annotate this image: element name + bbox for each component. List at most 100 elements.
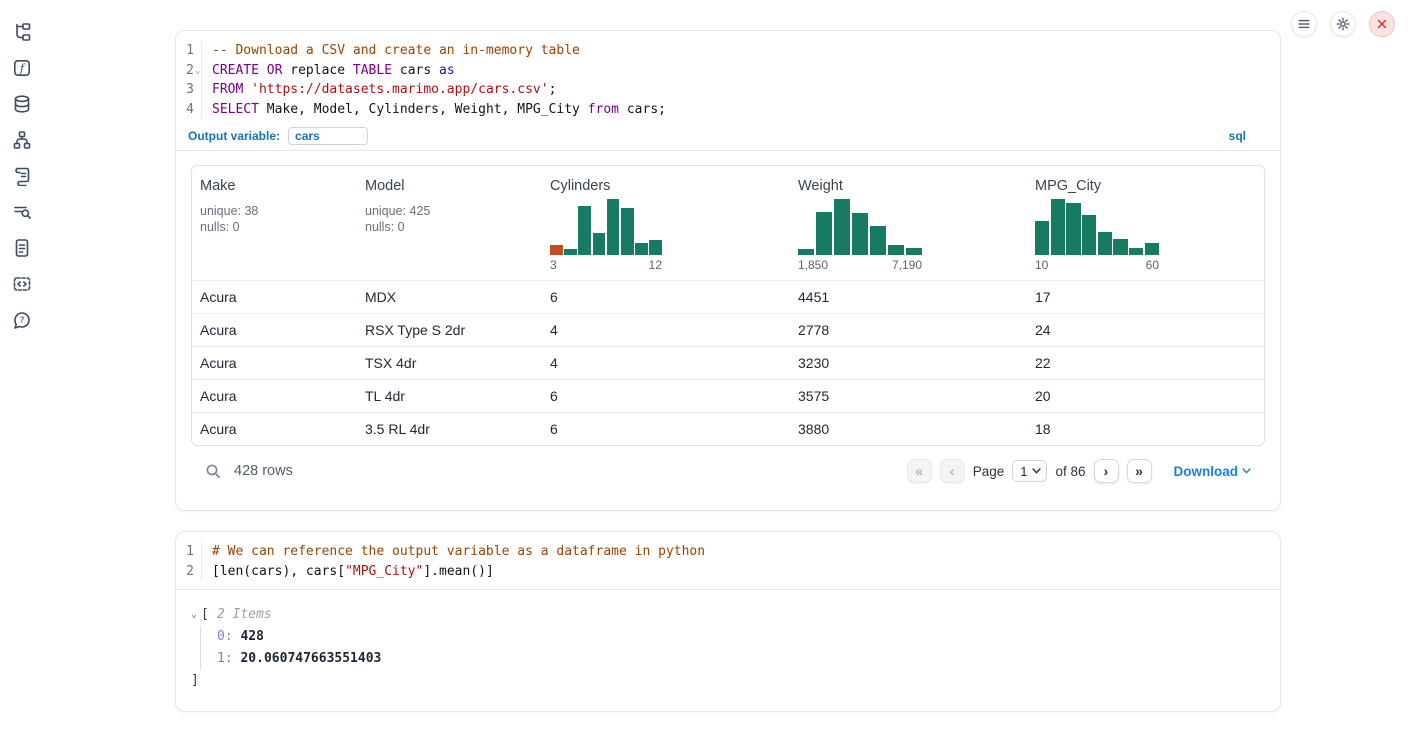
logs-icon[interactable]	[12, 202, 32, 222]
list-entries: 0: 428 1: 20.060747663551403	[200, 626, 1265, 670]
column-header-weight[interactable]: Weight 1,850 7,190	[790, 176, 1027, 272]
line-number: 3	[176, 80, 194, 100]
snippets-icon[interactable]	[12, 274, 32, 294]
code-line: # We can reference the output variable a…	[212, 542, 705, 562]
histogram-bar	[1035, 221, 1049, 256]
axis-max: 7,190	[892, 258, 922, 272]
settings-button[interactable]	[1330, 11, 1356, 37]
page-label: Page	[973, 464, 1005, 479]
histogram-bar	[1082, 215, 1096, 255]
code-line: SELECT Make, Model, Cylinders, Weight, M…	[212, 100, 666, 120]
line-number: 1	[176, 542, 194, 562]
documentation-icon[interactable]	[12, 238, 32, 258]
table-row[interactable]: Acura MDX 6 4451 17	[192, 280, 1264, 313]
close-icon	[1375, 17, 1389, 31]
mpg-city-histogram[interactable]	[1035, 199, 1159, 255]
axis-max: 60	[1146, 258, 1159, 272]
page-select[interactable]: 1	[1012, 460, 1047, 482]
download-button[interactable]: Download	[1174, 464, 1252, 479]
language-badge: sql	[1229, 129, 1246, 143]
shutdown-button[interactable]	[1369, 11, 1395, 37]
histogram-bar	[834, 199, 850, 255]
help-icon[interactable]: ?	[12, 310, 32, 330]
histogram-bar	[1113, 239, 1127, 256]
close-bracket: ]	[191, 670, 1265, 692]
item-index: 0	[217, 629, 225, 644]
page-total: of 86	[1055, 464, 1085, 479]
output-variable-input[interactable]	[288, 127, 368, 145]
fold-chevron-icon[interactable]: ⌄	[195, 62, 200, 82]
histogram-bar	[1066, 203, 1080, 256]
item-index: 1	[217, 651, 225, 666]
datasources-icon[interactable]	[12, 94, 32, 114]
data-table: Make unique: 38 nulls: 0 Model unique: 4…	[191, 165, 1265, 446]
next-page-button[interactable]: ›	[1094, 459, 1119, 483]
histogram-bar	[1129, 248, 1143, 256]
histogram-bar	[1051, 199, 1065, 255]
histogram-bar	[1145, 243, 1159, 255]
axis-min: 10	[1035, 258, 1048, 272]
previous-page-button[interactable]: ‹	[940, 459, 965, 483]
nulls-stat: nulls: 0	[365, 219, 534, 235]
python-cell: 12 # We can reference the output variabl…	[175, 531, 1281, 712]
axis-min: 3	[550, 258, 557, 272]
collapse-chevron-icon[interactable]: ⌄	[191, 610, 197, 620]
histogram-bar	[593, 233, 606, 255]
open-bracket: [	[201, 604, 209, 626]
table-row[interactable]: Acura TL 4dr 6 3575 20	[192, 379, 1264, 412]
line-number-gutter: 12	[176, 542, 202, 581]
axis-min: 1,850	[798, 258, 828, 272]
histogram-bar	[870, 226, 886, 255]
histogram-bar	[578, 206, 591, 255]
code-line: CREATE OR replace TABLE cars as	[212, 61, 666, 81]
histogram-bar	[550, 245, 563, 255]
search-icon[interactable]	[205, 463, 222, 480]
code-line: FROM 'https://datasets.marimo.app/cars.c…	[212, 80, 666, 100]
table-row[interactable]: Acura RSX Type S 2dr 4 2778 24	[192, 313, 1264, 346]
histogram-bar	[798, 249, 814, 256]
list-item: 1: 20.060747663551403	[217, 648, 1265, 670]
output-variable-label: Output variable:	[188, 129, 280, 143]
pagination: « ‹ Page 1 of 86 › » Download	[907, 459, 1263, 483]
histogram-bar	[816, 212, 832, 256]
unique-stat: unique: 425	[365, 203, 534, 219]
sql-code-editor[interactable]: 12⌄34 -- Download a CSV and create an in…	[176, 31, 1280, 119]
svg-text:?: ?	[20, 316, 25, 326]
python-code-editor[interactable]: 12 # We can reference the output variabl…	[176, 532, 1280, 590]
nulls-stat: nulls: 0	[200, 219, 349, 235]
column-header-make[interactable]: Make unique: 38 nulls: 0	[192, 176, 357, 272]
histogram-bar	[564, 249, 577, 255]
sql-code: -- Download a CSV and create an in-memor…	[202, 41, 666, 119]
table-footer: 428 rows « ‹ Page 1 of 86 › » Download	[191, 456, 1265, 486]
unique-stat: unique: 38	[200, 203, 349, 219]
histogram-bar	[888, 245, 904, 255]
chevron-down-icon	[1242, 468, 1251, 474]
weight-histogram[interactable]	[798, 199, 922, 255]
sidebar: f ?	[0, 0, 44, 729]
cylinders-histogram[interactable]	[550, 199, 662, 255]
last-page-button[interactable]: »	[1127, 459, 1152, 483]
column-header-mpg-city[interactable]: MPG_City 10 60	[1027, 176, 1264, 272]
items-count-label: 2 Items	[217, 604, 272, 626]
column-header-cylinders[interactable]: Cylinders 3 12	[542, 176, 790, 272]
table-row[interactable]: Acura 3.5 RL 4dr 6 3880 18	[192, 412, 1264, 445]
list-item: 0: 428	[217, 626, 1265, 648]
table-row[interactable]: Acura TSX 4dr 4 3230 22	[192, 346, 1264, 379]
top-actions	[1291, 11, 1395, 37]
axis-max: 12	[649, 258, 662, 272]
chevron-down-icon	[1032, 468, 1041, 474]
histogram-bar	[852, 213, 868, 256]
histogram-bar	[649, 240, 662, 255]
functions-icon[interactable]: f	[12, 58, 32, 78]
line-number: 4	[176, 100, 194, 120]
item-value: 428	[240, 629, 263, 644]
line-number: 2⌄	[176, 61, 194, 81]
row-count: 428 rows	[234, 463, 293, 479]
column-header-model[interactable]: Model unique: 425 nulls: 0	[357, 176, 542, 272]
first-page-button[interactable]: «	[907, 459, 932, 483]
notebook-menu-button[interactable]	[1291, 11, 1317, 37]
menu-icon	[1297, 17, 1311, 31]
scratchpad-icon[interactable]	[12, 166, 32, 186]
file-explorer-icon[interactable]	[12, 22, 32, 42]
dependency-graph-icon[interactable]	[12, 130, 32, 150]
